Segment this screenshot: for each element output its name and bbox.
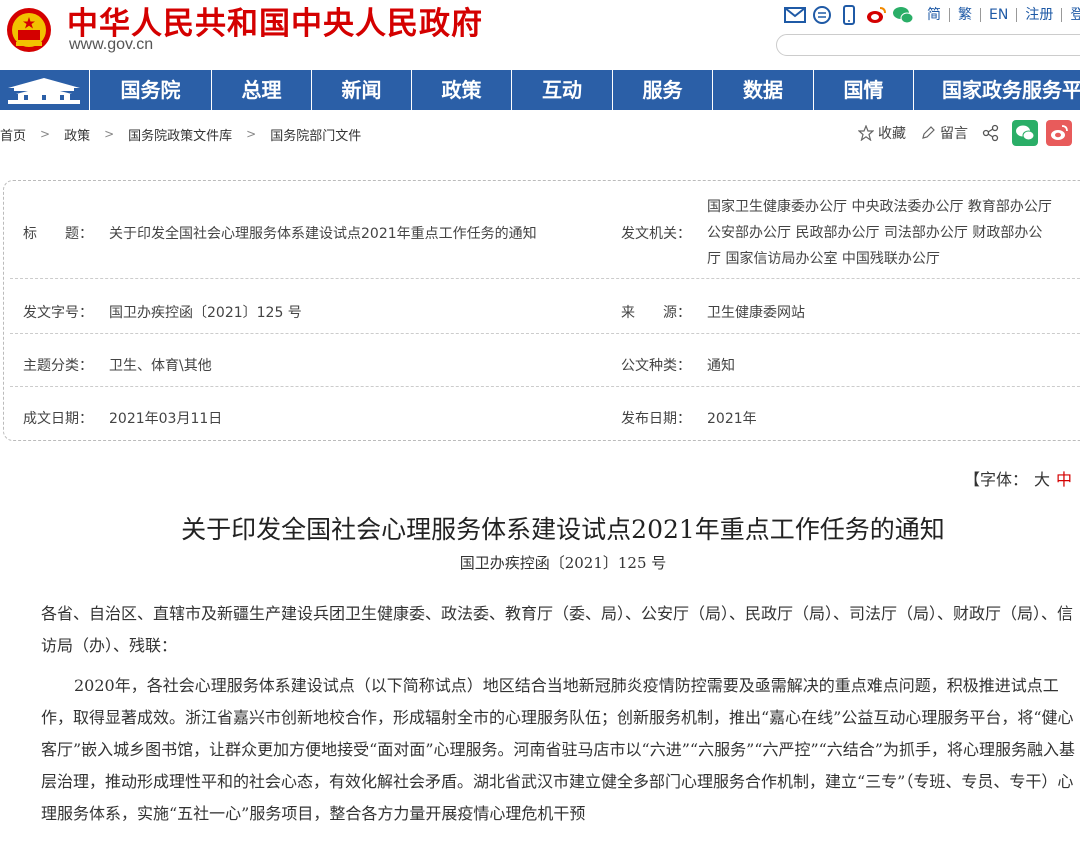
lang-simplified[interactable]: 简 [919, 8, 950, 22]
published-date-value: 2021年 [707, 411, 757, 427]
comment-label: 留言 [940, 126, 968, 142]
font-size-large[interactable]: 大 [1034, 470, 1050, 489]
lang-english[interactable]: EN [981, 8, 1018, 22]
page-tools: 收藏 留言 [858, 119, 1080, 147]
mail-icon[interactable] [784, 5, 806, 25]
register-link[interactable]: 注册 [1017, 8, 1063, 22]
chevron-right-icon: > [246, 127, 257, 141]
nav-item-services[interactable]: 服务 [612, 70, 712, 110]
share-icon[interactable] [982, 124, 1000, 142]
row-divider [10, 278, 1080, 279]
row-divider [10, 386, 1080, 387]
breadcrumb-policies[interactable]: 政策 [64, 125, 90, 144]
font-size-medium[interactable]: 中 [1056, 470, 1072, 489]
article-paragraph: 2020年，各社会心理服务体系建设试点（以下简称试点）地区结合当地新冠肺炎疫情防… [41, 676, 1075, 823]
nav-item-premier[interactable]: 总理 [211, 70, 311, 110]
doc-type-value: 通知 [707, 358, 735, 374]
issuer-label: 发文机关： [621, 226, 691, 242]
nav-item-state-council[interactable]: 国务院 [89, 70, 211, 110]
wechat-icon[interactable] [892, 5, 914, 25]
nav-item-national-profile[interactable]: 国情 [813, 70, 913, 110]
weibo-icon [1051, 125, 1068, 140]
doc-no-value: 国卫办疾控函〔2021〕125 号 [109, 305, 302, 321]
nav-item-news[interactable]: 新闻 [311, 70, 411, 110]
topic-value: 卫生、体育\其他 [109, 358, 212, 374]
written-date-value: 2021年03月11日 [109, 411, 223, 427]
site-header: 中华人民共和国中央人民政府 www.gov.cn 简 繁 EN 注册 登录 [0, 0, 1080, 70]
topic-label: 主题分类： [23, 358, 93, 374]
favorite-label: 收藏 [878, 126, 906, 142]
breadcrumb: 首页 > 政策 > 国务院政策文件库 > 国务院部门文件 [0, 124, 361, 144]
article-title: 关于印发全国社会心理服务体系建设试点2021年重点工作任务的通知 [181, 515, 945, 544]
nav-item-data[interactable]: 数据 [712, 70, 813, 110]
article-body: 各省、自治区、直辖市及新疆生产建设兵团卫生健康委、政法委、教育厅（委、局）、公安… [41, 598, 1080, 830]
row-divider [10, 333, 1080, 334]
national-emblem-icon[interactable] [6, 4, 52, 56]
issuer-line: 国家卫生健康委办公厅 中央政法委办公厅 教育部办公厅 [707, 199, 1052, 215]
doc-no-label: 发文字号： [23, 305, 93, 321]
article-doc-number: 国卫办疾控函〔2021〕125 号 [459, 554, 667, 572]
comment-button[interactable]: 留言 [920, 123, 968, 143]
issuer-line: 公安部办公厅 民政部办公厅 司法部办公厅 财政部办公 [707, 225, 1043, 241]
weibo-icon[interactable] [865, 5, 887, 25]
chevron-right-icon: > [40, 127, 51, 141]
top-links: 简 繁 EN 注册 登录 [784, 4, 1080, 26]
article-recipients: 各省、自治区、直辖市及新疆生产建设兵团卫生健康委、政法委、教育厅（委、局）、公安… [41, 604, 1074, 655]
title-label: 标 题： [23, 226, 93, 242]
nav-item-gov-service-platform[interactable]: 国家政务服务平台 [913, 70, 1080, 110]
site-url[interactable]: www.gov.cn [69, 36, 153, 54]
written-date-label: 成文日期： [23, 411, 93, 427]
nav-item-interaction[interactable]: 互动 [511, 70, 612, 110]
main-nav: 国务院 总理 新闻 政策 互动 服务 数据 国情 国家政务服务平台 [0, 70, 1080, 110]
wechat-icon [1016, 125, 1035, 141]
font-size-switcher: 【字体： 大中 [964, 466, 1072, 490]
chevron-right-icon: > [104, 127, 115, 141]
issuer-line: 厅 国家信访局办公室 中国残联办公厅 [707, 251, 940, 267]
breadcrumb-home[interactable]: 首页 [0, 125, 26, 144]
document-info-table: 标 题： 关于印发全国社会心理服务体系建设试点2021年重点工作任务的通知 发文… [3, 180, 1080, 441]
nav-items: 国务院 总理 新闻 政策 互动 服务 数据 国情 国家政务服务平台 [89, 70, 1080, 110]
breadcrumb-policy-library[interactable]: 国务院政策文件库 [128, 125, 232, 144]
source-label: 来 源： [621, 305, 691, 321]
share-weibo-button[interactable] [1046, 120, 1072, 146]
tiananmen-logo-icon[interactable] [0, 70, 89, 110]
message-icon[interactable] [811, 5, 833, 25]
source-value: 卫生健康委网站 [707, 305, 805, 321]
issuer-value: 国家卫生健康委办公厅 中央政法委办公厅 教育部办公厅 公安部办公厅 民政部办公厅… [707, 194, 1052, 272]
mobile-icon[interactable] [838, 5, 860, 25]
nav-item-policies[interactable]: 政策 [411, 70, 511, 110]
breadcrumb-department-documents[interactable]: 国务院部门文件 [270, 125, 361, 144]
star-icon [858, 125, 874, 141]
title-value: 关于印发全国社会心理服务体系建设试点2021年重点工作任务的通知 [109, 226, 537, 242]
lang-traditional[interactable]: 繁 [950, 8, 981, 22]
pencil-icon [922, 126, 935, 139]
published-date-label: 发布日期： [621, 411, 691, 427]
share-wechat-button[interactable] [1012, 120, 1038, 146]
search-input[interactable] [776, 34, 1080, 56]
doc-type-label: 公文种类： [621, 358, 691, 374]
login-link[interactable]: 登录 [1062, 8, 1080, 22]
font-size-label: 【字体： [964, 470, 1029, 489]
favorite-button[interactable]: 收藏 [858, 123, 906, 143]
